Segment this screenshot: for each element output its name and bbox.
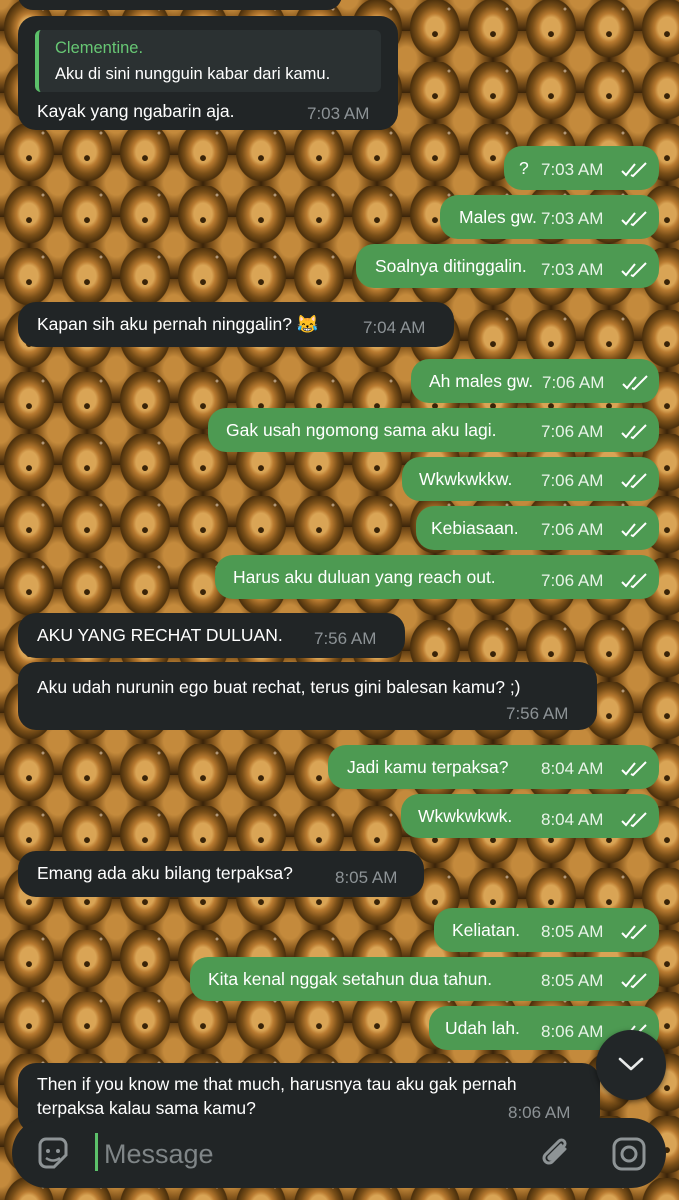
message-time: 7:06 AM xyxy=(541,520,604,539)
message-incoming[interactable]: Emang ada aku bilang terpaksa? 8:05 AM xyxy=(18,851,424,897)
message-outgoing[interactable]: Kebiasaan. 7:06 AM xyxy=(416,506,659,550)
message-text: Aku udah nurunin ego buat rechat, terus … xyxy=(37,677,521,697)
message-outgoing[interactable]: Gak usah ngomong sama aku lagi. 7:06 AM xyxy=(208,408,659,452)
message-text: AKU YANG RECHAT DULUAN. xyxy=(37,625,283,645)
read-checkmarks-icon xyxy=(621,375,651,391)
scroll-to-bottom-button[interactable] xyxy=(596,1030,666,1100)
paperclip-icon[interactable] xyxy=(538,1135,576,1178)
message-text: Wkwkwkkw. xyxy=(419,469,513,489)
reply-preview[interactable]: Clementine. Aku di sini nungguin kabar d… xyxy=(35,30,381,92)
message-time: 7:04 AM xyxy=(363,318,426,337)
message-text: Emang ada aku bilang terpaksa? xyxy=(37,863,293,883)
message-incoming[interactable]: Aku udah nurunin ego buat rechat, terus … xyxy=(18,662,597,730)
message-time: 7:06 AM xyxy=(541,571,604,590)
read-checkmarks-icon xyxy=(620,211,650,227)
message-time: 7:06 AM xyxy=(541,422,604,441)
message-incoming[interactable]: Kapan sih aku pernah ninggalin? 😹 7:04 A… xyxy=(18,302,454,347)
reply-sender-name: Clementine. xyxy=(55,39,144,57)
message-list[interactable]: Clementine. Aku di sini nungguin kabar d… xyxy=(0,0,679,1200)
message-text: Wkwkwkwk. xyxy=(418,806,513,826)
message-outgoing[interactable]: Ah males gw. 7:06 AM xyxy=(411,359,659,403)
message-text: Keliatan. xyxy=(452,920,521,940)
message-outgoing[interactable]: Jadi kamu terpaksa? 8:04 AM xyxy=(328,745,659,789)
message-composer xyxy=(12,1118,666,1188)
message-text: Gak usah ngomong sama aku lagi. xyxy=(226,420,497,440)
message-time: 7:06 AM xyxy=(541,471,604,490)
instagram-camera-icon[interactable] xyxy=(610,1135,648,1178)
message-time: 7:03 AM xyxy=(541,260,604,279)
text-cursor xyxy=(95,1133,98,1171)
chevron-down-icon xyxy=(618,1057,644,1071)
message-text: Harus aku duluan yang reach out. xyxy=(233,567,496,587)
message-time: 7:03 AM xyxy=(541,160,604,179)
reply-quoted-text: Aku di sini nungguin kabar dari kamu. xyxy=(55,65,331,83)
message-outgoing[interactable]: Harus aku duluan yang reach out. 7:06 AM xyxy=(215,555,659,599)
message-incoming[interactable]: Clementine. Aku di sini nungguin kabar d… xyxy=(18,16,398,130)
message-time: 7:03 AM xyxy=(541,209,604,228)
sticker-icon[interactable] xyxy=(34,1135,72,1178)
message-text: Then if you know me that much, harusnya … xyxy=(37,1074,517,1094)
read-checkmarks-icon xyxy=(620,761,650,777)
message-text: Kita kenal nggak setahun dua tahun. xyxy=(208,969,493,989)
message-text: Ah males gw. xyxy=(429,371,534,391)
message-outgoing[interactable]: Kita kenal nggak setahun dua tahun. 8:05… xyxy=(190,957,659,1001)
message-time: 8:05 AM xyxy=(541,971,604,990)
message-time: 8:05 AM xyxy=(541,922,604,941)
message-outgoing[interactable]: Males gw. 7:03 AM xyxy=(440,195,659,239)
read-checkmarks-icon xyxy=(620,522,650,538)
message-time: 7:56 AM xyxy=(506,704,569,723)
message-time: 7:06 AM xyxy=(542,373,605,392)
message-outgoing[interactable]: Keliatan. 8:05 AM xyxy=(434,908,659,952)
read-checkmarks-icon xyxy=(620,424,650,440)
message-text: Jadi kamu terpaksa? xyxy=(347,757,509,777)
message-incoming[interactable]: AKU YANG RECHAT DULUAN. 7:56 AM xyxy=(18,613,405,658)
read-checkmarks-icon xyxy=(620,973,650,989)
message-outgoing[interactable]: Wkwkwkkw. 7:06 AM xyxy=(402,457,659,501)
read-checkmarks-icon xyxy=(620,573,650,589)
message-time: 8:04 AM xyxy=(541,810,604,829)
message-text: Kayak yang ngabarin aja. xyxy=(37,101,235,121)
message-text: terpaksa kalau sama kamu? xyxy=(37,1098,256,1118)
message-time: 7:03 AM xyxy=(307,104,370,123)
message-text: ? xyxy=(519,158,529,178)
read-checkmarks-icon xyxy=(620,924,650,940)
message-time: 8:06 AM xyxy=(541,1022,604,1041)
read-checkmarks-icon xyxy=(620,162,650,178)
message-outgoing[interactable]: Soalnya ditinggalin. 7:03 AM xyxy=(356,244,659,288)
message-outgoing[interactable]: ? 7:03 AM xyxy=(504,146,659,190)
message-text: Soalnya ditinggalin. xyxy=(375,256,527,276)
read-checkmarks-icon xyxy=(620,262,650,278)
read-checkmarks-icon xyxy=(620,812,650,828)
message-text: Kebiasaan. xyxy=(431,518,519,538)
message-text: Udah lah. xyxy=(445,1018,520,1038)
message-time: 7:56 AM xyxy=(314,629,377,648)
message-outgoing[interactable]: Wkwkwkwk. 8:04 AM xyxy=(401,794,659,838)
previous-message-bubble xyxy=(18,0,342,10)
message-text: Kapan sih aku pernah ninggalin? 😹 xyxy=(37,314,319,334)
message-time: 8:04 AM xyxy=(541,759,604,778)
message-time: 8:05 AM xyxy=(335,868,398,887)
message-text: Males gw. xyxy=(459,207,537,227)
message-input[interactable] xyxy=(102,1135,506,1173)
read-checkmarks-icon xyxy=(620,473,650,489)
